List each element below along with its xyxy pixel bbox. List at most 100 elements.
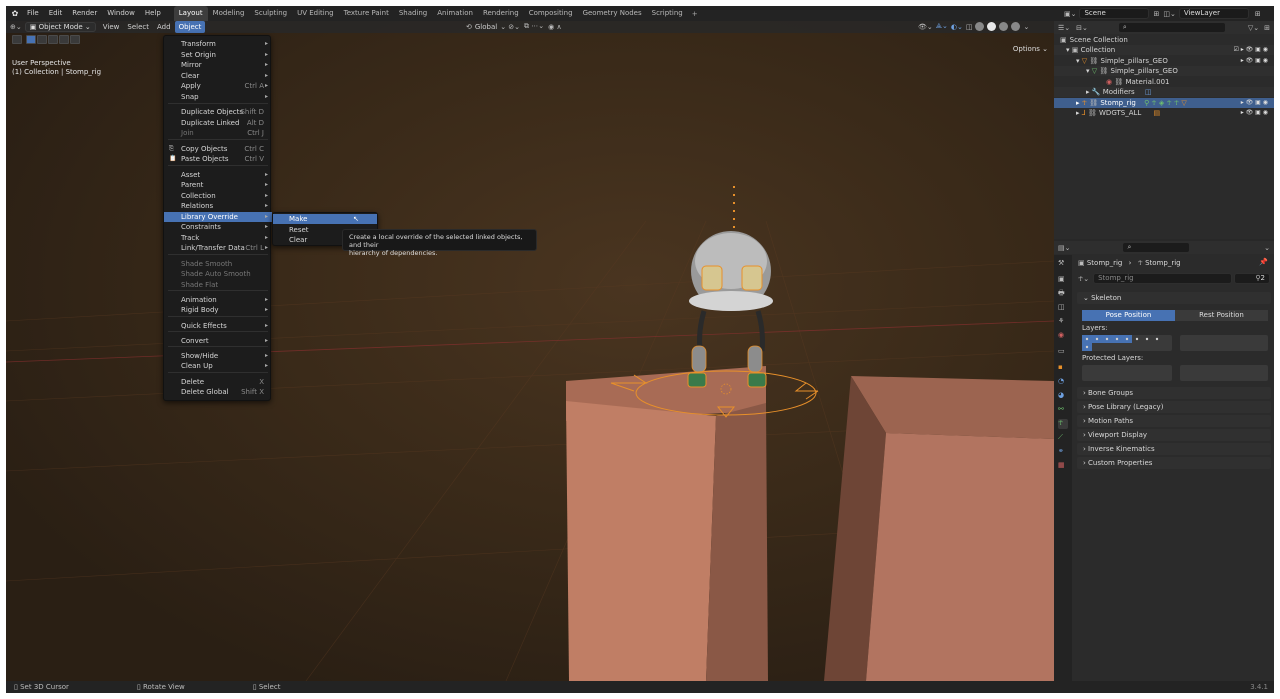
menu-item-mirror[interactable]: Mirror ▸	[164, 60, 272, 70]
orientation-dropdown[interactable]: Global	[475, 23, 497, 31]
view-layer-tab-icon[interactable]: ◫	[1058, 303, 1068, 313]
tab-scripting[interactable]: Scripting	[647, 6, 688, 21]
collection-tab-icon[interactable]: ▭	[1058, 347, 1068, 357]
menu-item-relations[interactable]: Relations ▸	[164, 201, 272, 211]
select-box-invert-icon[interactable]	[59, 34, 69, 44]
menu-item-convert[interactable]: Convert ▸	[164, 336, 272, 346]
menu-item-library-override[interactable]: Library Override ▸	[164, 212, 272, 222]
layers-grid-left[interactable]	[1082, 335, 1172, 351]
options-button[interactable]: Options ⌄	[1013, 45, 1048, 53]
menu-item-link-transfer-data[interactable]: Link/Transfer Data Ctrl L ▸	[164, 243, 272, 253]
menu-item-set-origin[interactable]: Set Origin ▸	[164, 50, 272, 60]
menu-item-quick-effects[interactable]: Quick Effects ▸	[164, 321, 272, 331]
menu-item-collection[interactable]: Collection ▸	[164, 191, 272, 201]
constraints-tab-icon[interactable]: ⚯	[1058, 405, 1068, 415]
pose-position-button[interactable]: Pose Position	[1082, 310, 1175, 321]
bone-tab-icon[interactable]: ⟋	[1058, 433, 1068, 443]
outliner-row[interactable]: ◉ ⛓ Material.001	[1054, 77, 1274, 87]
object-tab-icon[interactable]: ▪	[1058, 363, 1068, 373]
collection-visibility-icons[interactable]: ☑ ▸ 👁 ▣ ◉	[1233, 45, 1268, 55]
shading-wireframe-icon[interactable]	[975, 22, 985, 31]
select-tool-icon[interactable]	[12, 34, 22, 44]
menu-select[interactable]: Select	[123, 21, 153, 33]
select-box-extend-icon[interactable]	[37, 34, 47, 44]
scene-tab-icon[interactable]: ⚘	[1058, 317, 1068, 327]
menu-item-join[interactable]: Join Ctrl J	[164, 128, 272, 138]
menu-item-rigid-body[interactable]: Rigid Body ▸	[164, 305, 272, 315]
bone-constraint-tab-icon[interactable]: ⚭	[1058, 447, 1068, 457]
shading-rendered-icon[interactable]	[1011, 22, 1021, 31]
menu-view[interactable]: View	[99, 21, 124, 33]
scene-field[interactable]: Scene	[1079, 8, 1150, 19]
snap-icon[interactable]: ⧉ ⋯⌄	[524, 22, 544, 31]
menu-item-copy-objects[interactable]: ⎘ Copy Objects Ctrl C	[164, 144, 272, 154]
layers-grid-right[interactable]	[1180, 335, 1268, 351]
panel-custom-properties[interactable]: › Custom Properties	[1077, 457, 1271, 469]
outliner-row[interactable]: ▾ ▣ Collection ☑ ▸ 👁 ▣ ◉	[1054, 45, 1274, 55]
menu-item-duplicate-linked[interactable]: Duplicate Linked Alt D	[164, 118, 272, 128]
menu-window[interactable]: Window	[102, 6, 140, 21]
object-visibility-icons[interactable]: ▸ 👁 ▣ ◉	[1241, 56, 1268, 66]
tab-animation[interactable]: Animation	[432, 6, 478, 21]
menu-item-show-hide[interactable]: Show/Hide ▸	[164, 351, 272, 361]
select-box-subtract-icon[interactable]	[48, 34, 58, 44]
shading-solid-icon[interactable]	[987, 22, 997, 31]
panel-bone-groups[interactable]: › Bone Groups	[1077, 387, 1271, 399]
protected-layers-grid-right[interactable]	[1180, 365, 1268, 381]
menu-item-transform[interactable]: Transform ▸	[164, 39, 272, 49]
menu-item-shade-flat[interactable]: Shade Flat	[164, 280, 272, 290]
tab-compositing[interactable]: Compositing	[524, 6, 578, 21]
rest-position-button[interactable]: Rest Position	[1175, 310, 1268, 321]
mode-selector[interactable]: ▣ Object Mode ⌄	[24, 22, 96, 32]
world-tab-icon[interactable]: ◉	[1058, 331, 1068, 341]
menu-item-animation[interactable]: Animation ▸	[164, 295, 272, 305]
select-box-new-icon[interactable]	[26, 34, 36, 44]
outliner-editor-icon[interactable]: ☰⌄	[1058, 24, 1070, 32]
menu-item-shade-auto-smooth[interactable]: Shade Auto Smooth	[164, 269, 272, 279]
output-tab-icon[interactable]: 🖶	[1058, 289, 1068, 299]
menu-item-parent[interactable]: Parent ▸	[164, 180, 272, 190]
outliner-row[interactable]: ▾ ▽ ⛓ Simple_pillars_GEO ▸ 👁 ▣ ◉	[1054, 56, 1274, 66]
filter-icon[interactable]: ▽⌄	[1248, 24, 1259, 32]
tab-geometry-nodes[interactable]: Geometry Nodes	[578, 6, 647, 21]
tab-rendering[interactable]: Rendering	[478, 6, 524, 21]
menu-file[interactable]: File	[22, 6, 44, 21]
physics-tab-icon[interactable]: ◕	[1058, 391, 1068, 401]
panel-pose-library[interactable]: › Pose Library (Legacy)	[1077, 401, 1271, 413]
menu-item-paste-objects[interactable]: 📋 Paste Objects Ctrl V	[164, 154, 272, 164]
pin-icon[interactable]: ⊞	[1153, 10, 1159, 18]
tab-sculpting[interactable]: Sculpting	[249, 6, 292, 21]
menu-item-asset[interactable]: Asset ▸	[164, 170, 272, 180]
submenu-item-make[interactable]: Make ↖	[273, 214, 377, 224]
menu-object[interactable]: Object	[174, 21, 206, 33]
select-box-intersect-icon[interactable]	[70, 34, 80, 44]
editor-type-icon[interactable]: ⊕⌄	[10, 23, 22, 31]
xray-icon[interactable]: ◫	[966, 23, 973, 31]
visibility-icon[interactable]: 👁⌄	[918, 23, 933, 31]
menu-render[interactable]: Render	[67, 6, 102, 21]
panel-viewport-display[interactable]: › Viewport Display	[1077, 429, 1271, 441]
new-collection-icon[interactable]: ⊞	[1264, 24, 1270, 32]
properties-editor-icon[interactable]: ▤⌄	[1058, 244, 1070, 252]
pivot-icon[interactable]: ⌄ ⊘⌄	[500, 23, 520, 31]
armature-data-tab-icon[interactable]: ☥	[1058, 419, 1068, 429]
panel-motion-paths[interactable]: › Motion Paths	[1077, 415, 1271, 427]
shading-material-icon[interactable]	[999, 22, 1009, 31]
outliner-search-input[interactable]: ⌕	[1117, 22, 1226, 33]
outliner-row[interactable]: ▾ ▽ ⛓ Simple_pillars_GEO	[1054, 66, 1274, 76]
add-workspace-icon[interactable]: +	[688, 10, 702, 18]
outliner-scene-collection[interactable]: ▣ Scene Collection	[1054, 35, 1274, 45]
menu-help[interactable]: Help	[140, 6, 166, 21]
menu-item-shade-smooth[interactable]: Shade Smooth	[164, 259, 272, 269]
modifiers-tab-icon[interactable]: ◔	[1058, 377, 1068, 387]
tab-texture-paint[interactable]: Texture Paint	[339, 6, 394, 21]
menu-add[interactable]: Add	[153, 21, 175, 33]
data-name-field[interactable]: Stomp_rig	[1093, 273, 1232, 284]
menu-item-delete-global[interactable]: Delete Global Shift X	[164, 387, 272, 397]
tab-uv-editing[interactable]: UV Editing	[292, 6, 339, 21]
panel-inverse-kinematics[interactable]: › Inverse Kinematics	[1077, 443, 1271, 455]
view-layer-field[interactable]: ViewLayer	[1178, 8, 1249, 19]
menu-item-delete[interactable]: Delete X	[164, 377, 272, 387]
outliner-row[interactable]: ▸ 🔧 Modifiers ◫	[1054, 87, 1274, 97]
gizmo-icon[interactable]: ⟁⌄	[936, 22, 948, 31]
